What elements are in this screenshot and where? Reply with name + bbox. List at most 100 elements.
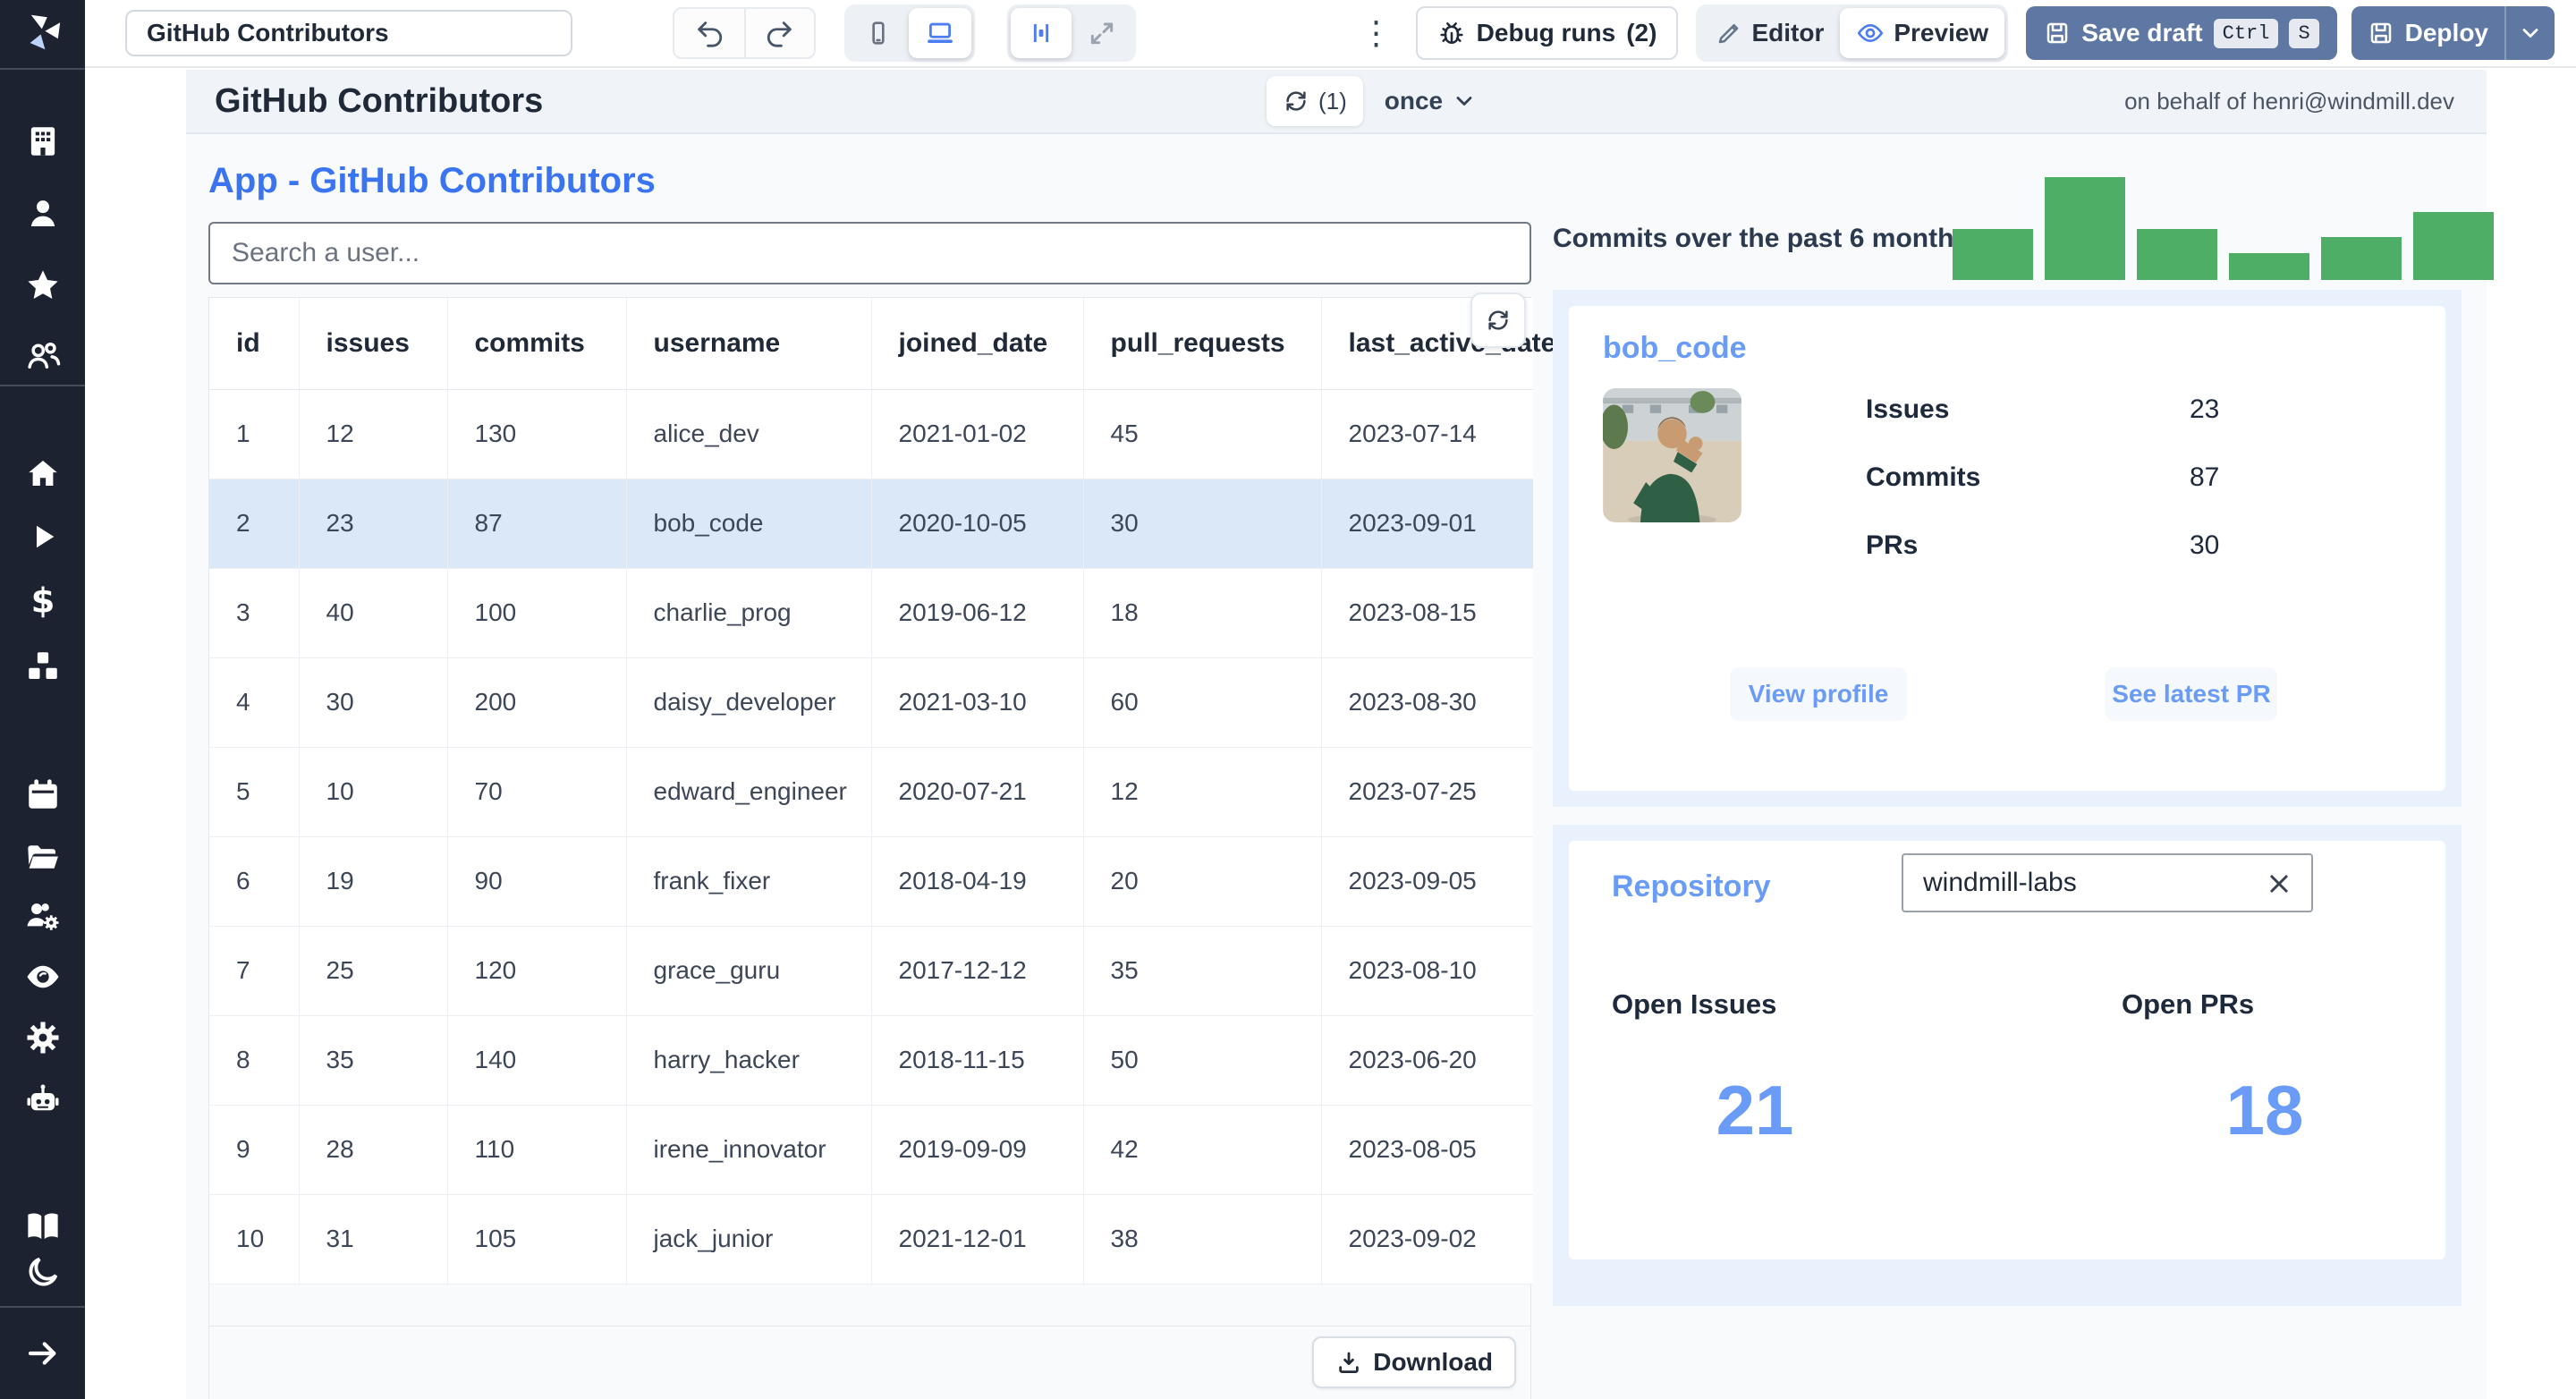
repository-input[interactable] <box>1902 853 2313 912</box>
table-cell: 2021-03-10 <box>871 657 1084 748</box>
kbd-s: S <box>2289 18 2319 48</box>
table-cell: charlie_prog <box>626 568 872 658</box>
table-row[interactable]: 1 12 130 alice_dev 2021-01-02 45 2023-07-14 <box>209 389 1533 479</box>
sidebar-item-runs[interactable] <box>0 518 85 555</box>
undo-button[interactable] <box>674 9 744 57</box>
search-input[interactable] <box>208 222 1531 284</box>
app-preview-canvas: GitHub Contributors (1) once on behalf o… <box>186 70 2494 1399</box>
sidebar-item-user[interactable] <box>0 195 85 233</box>
table-row[interactable]: 9 28 110 irene_innovator 2019-09-09 42 2023-08… <box>209 1105 1533 1195</box>
table-cell: 2023-09-02 <box>1321 1194 1533 1285</box>
sidebar-item-folders[interactable] <box>0 838 85 876</box>
play-icon <box>36 525 54 548</box>
table-row[interactable]: 4 30 200 daisy_developer 2021-03-10 60 2023-08… <box>209 657 1533 748</box>
app-title-input[interactable] <box>125 10 572 56</box>
desktop-view-button[interactable] <box>909 8 971 58</box>
table-cell: 42 <box>1083 1105 1322 1195</box>
open-prs-label: Open PRs <box>2122 988 2255 1020</box>
column-header[interactable]: issues <box>299 298 448 390</box>
table-cell: 3 <box>209 568 300 658</box>
table-row[interactable]: 8 35 140 harry_hacker 2018-11-15 50 2023-06-20 <box>209 1015 1533 1106</box>
sidebar-divider-bottom <box>0 1306 85 1308</box>
sidebar-item-usage[interactable]: $ <box>0 582 85 620</box>
column-header[interactable]: username <box>626 298 872 390</box>
sidebar-item-groups[interactable] <box>0 337 85 375</box>
windmill-logo[interactable] <box>0 11 85 54</box>
layout-toggle <box>1007 4 1136 62</box>
table-refresh-button[interactable] <box>1470 293 1526 348</box>
sidebar-item-home[interactable] <box>0 454 85 492</box>
sidebar-item-audit-logs[interactable] <box>0 958 85 996</box>
deploy-options-button[interactable] <box>2504 6 2555 60</box>
more-menu-button[interactable]: ⋮ <box>1359 17 1394 49</box>
undo-redo-group <box>673 7 816 59</box>
table-cell: 110 <box>447 1105 627 1195</box>
sidebar-item-expand[interactable] <box>0 1335 85 1372</box>
table-cell: 1 <box>209 389 300 479</box>
table-cell: 2023-08-15 <box>1321 568 1533 658</box>
preview-tab[interactable]: Preview <box>1840 8 2005 58</box>
deploy-button[interactable]: Deploy <box>2351 6 2504 60</box>
page-title: App - GitHub Contributors <box>208 161 656 200</box>
table-cell: 2023-09-05 <box>1321 836 1533 927</box>
editor-label: Editor <box>1751 19 1825 47</box>
table-cell: 2021-12-01 <box>871 1194 1084 1285</box>
schedule-dropdown[interactable]: once <box>1385 87 1477 115</box>
debug-runs-button[interactable]: Debug runs (2) <box>1415 6 1679 60</box>
mobile-view-button[interactable] <box>848 8 909 58</box>
sidebar-item-favorites[interactable] <box>0 267 85 304</box>
preview-label: Preview <box>1894 19 1989 47</box>
table-row[interactable]: 5 10 70 edward_engineer 2020-07-21 12 2023-07-… <box>209 747 1533 837</box>
sidebar-item-workers[interactable] <box>0 897 85 935</box>
table-cell: 38 <box>1083 1194 1322 1285</box>
table-cell: 7 <box>209 926 300 1016</box>
laptop-icon <box>928 22 953 44</box>
download-button[interactable]: Download <box>1312 1336 1516 1388</box>
open-issues-value: 21 <box>1716 1071 1794 1149</box>
table-cell: 120 <box>447 926 627 1016</box>
column-header[interactable]: joined_date <box>871 298 1084 390</box>
table-cell: edward_engineer <box>626 747 872 837</box>
sidebar-item-ai[interactable] <box>0 1081 85 1118</box>
column-header[interactable]: pull_requests <box>1083 298 1322 390</box>
app-refresh-button[interactable]: (1) <box>1267 76 1363 126</box>
redo-button[interactable] <box>744 9 814 57</box>
table-row[interactable]: 6 19 90 frank_fixer 2018-04-19 20 2023-09-05 <box>209 836 1533 927</box>
cubes-icon <box>28 652 57 679</box>
download-icon <box>1339 1352 1359 1373</box>
table-row[interactable]: 3 40 100 charlie_prog 2019-06-12 18 2023-08-15 <box>209 568 1533 658</box>
table-row[interactable]: 2 23 87 bob_code 2020-10-05 30 2023-09-01 <box>209 479 1533 569</box>
editor-tab[interactable]: Editor <box>1699 8 1840 58</box>
view-profile-button[interactable]: View profile <box>1730 667 1907 721</box>
clear-input-button[interactable] <box>2259 864 2299 903</box>
star-icon <box>27 270 58 300</box>
sidebar-item-workspace[interactable] <box>0 123 85 160</box>
debug-runs-count: (2) <box>1626 19 1657 47</box>
sidebar-item-settings[interactable] <box>0 1019 85 1056</box>
table-cell: grace_guru <box>626 926 872 1016</box>
column-header[interactable]: commits <box>447 298 627 390</box>
sidebar-item-docs[interactable] <box>0 1208 85 1245</box>
on-behalf-text: on behalf of henri@windmill.dev <box>2124 88 2454 114</box>
sidebar-item-schedules[interactable] <box>0 776 85 813</box>
sidebar-item-resources[interactable] <box>0 648 85 685</box>
user-stats: Issues 23 Commits 87 PRs 30 <box>1866 376 2402 580</box>
fullscreen-button[interactable] <box>1072 8 1132 58</box>
table-cell: 5 <box>209 747 300 837</box>
book-icon <box>27 1213 58 1239</box>
avatar-photo <box>1603 388 1741 522</box>
center-layout-button[interactable] <box>1011 8 1072 58</box>
table-cell: 23 <box>299 479 448 569</box>
sidebar-item-theme[interactable] <box>0 1253 85 1291</box>
table-cell: 60 <box>1083 657 1322 748</box>
save-draft-button[interactable]: Save draft Ctrl S <box>2026 6 2337 60</box>
table-row[interactable]: 7 25 120 grace_guru 2017-12-12 35 2023-08-10 <box>209 926 1533 1016</box>
column-header[interactable]: id <box>209 298 300 390</box>
save-icon <box>2046 22 2068 44</box>
table-cell: 10 <box>209 1194 300 1285</box>
table-cell: harry_hacker <box>626 1015 872 1106</box>
see-latest-pr-button[interactable]: See latest PR <box>2106 667 2277 721</box>
table-cell: 2018-04-19 <box>871 836 1084 927</box>
table-row[interactable]: 10 31 105 jack_junior 2021-12-01 38 2023-09-02 <box>209 1194 1533 1285</box>
chart-title: Commits over the past 6 months: <box>1553 224 1979 253</box>
